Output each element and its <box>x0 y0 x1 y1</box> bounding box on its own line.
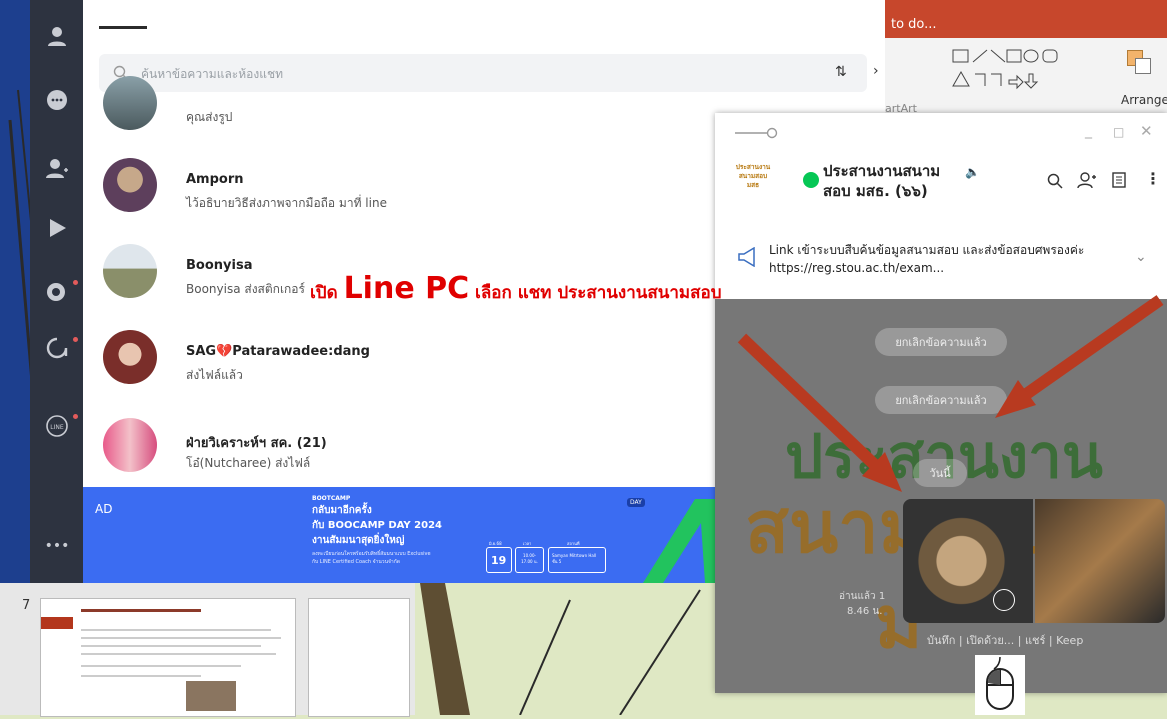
arrow-left <box>737 333 885 475</box>
arrow-right <box>1021 295 1164 400</box>
mouse-click-icon <box>975 655 1025 715</box>
tutorial-arrows <box>737 295 1164 492</box>
